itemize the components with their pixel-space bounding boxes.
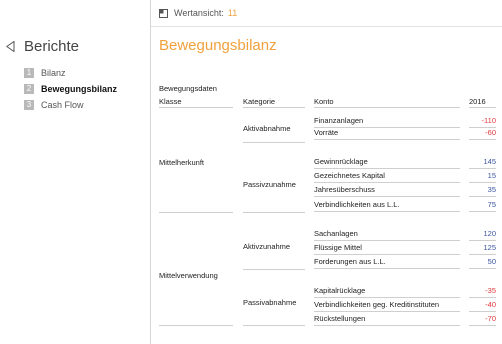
header-divider [243,107,305,108]
row-divider [469,168,496,169]
kategorie-aktivzunahme: Aktivzunahme [243,242,291,251]
row-divider [469,139,496,140]
value-view-label: Wertansicht: [174,8,224,18]
nav-title[interactable]: Berichte [24,38,79,55]
konto-value: 125 [483,243,496,252]
row-divider [469,240,496,241]
column-header-klasse: Klasse [159,97,182,106]
kategorie-divider [243,269,305,270]
konto-value: -40 [485,300,496,309]
konto-value: -110 [481,116,496,125]
toolbar: Wertansicht: 11 [151,0,502,27]
value-view-value[interactable]: 11 [228,8,237,18]
konto-label: Verbindlichkeiten aus L.L. [314,200,400,209]
konto-label: Rückstellungen [314,314,366,323]
header-divider [314,107,460,108]
page-title: Bewegungsbilanz [159,37,277,54]
klasse-mittelherkunft: Mittelherkunft [159,158,205,167]
konto-label: Gezeichnetes Kapital [314,171,385,180]
konto-value: -35 [485,286,496,295]
row-divider [314,240,460,241]
nav-item-number: 3 [24,100,34,110]
row-divider [469,182,496,183]
row-divider [314,211,460,212]
view-mode-icon[interactable] [159,8,168,18]
konto-value: -70 [485,314,496,323]
nav-item-number: 1 [24,68,34,78]
konto-value: 120 [483,229,496,238]
konto-value: -60 [485,128,496,137]
nav-item-bewegungsbilanz[interactable]: 2 Bewegungsbilanz [24,83,117,95]
row-divider [469,196,496,197]
konto-label: Vorräte [314,128,339,137]
kategorie-passivabnahme: Passivabnahme [243,298,297,307]
nav-item-bilanz[interactable]: 1 Bilanz [24,67,117,79]
row-divider [469,268,496,269]
header-divider [159,107,233,108]
klasse-divider [159,325,233,326]
row-divider [314,139,460,140]
row-divider [314,254,460,255]
kategorie-divider [243,212,305,213]
nav-item-label[interactable]: Cash Flow [41,100,84,110]
konto-value: 145 [483,157,496,166]
row-divider [314,325,460,326]
row-divider [314,297,460,298]
konto-value: 75 [487,200,496,209]
konto-label: Forderungen aus L.L. [314,257,386,266]
report-navigation: Berichte 1 Bilanz 2 Bewegungsbilanz 3 Ca… [0,0,150,344]
kategorie-passivzunahme: Passivzunahme [243,180,296,189]
row-divider [469,297,496,298]
row-divider [469,311,496,312]
row-divider [314,168,460,169]
kategorie-aktivabnahme: Aktivabnahme [243,124,291,133]
klasse-divider [159,212,233,213]
konto-label: Verbindlichkeiten geg. Kreditinstituten [314,300,440,309]
table-caption: Bewegungsdaten [159,84,217,93]
klasse-mittelverwendung: Mittelverwendung [159,271,218,280]
konto-value: 15 [487,171,496,180]
row-divider [469,211,496,212]
konto-label: Sachanlagen [314,229,358,238]
row-divider [314,182,460,183]
row-divider [314,268,460,269]
nav-item-label[interactable]: Bewegungsbilanz [41,84,117,94]
column-header-kategorie: Kategorie [243,97,276,106]
konto-label: Gewinnrücklage [314,157,368,166]
konto-label: Kapitalrücklage [314,286,366,295]
report-list: 1 Bilanz 2 Bewegungsbilanz 3 Cash Flow [24,67,117,115]
column-header-konto: Konto [314,97,334,106]
nav-item-number: 2 [24,84,34,94]
row-divider [469,325,496,326]
back-arrow-icon[interactable] [6,41,15,52]
column-header-year: 2016 [469,97,486,106]
konto-label: Flüssige Mittel [314,243,362,252]
konto-label: Jahresüberschuss [314,185,375,194]
report-panel: Wertansicht: 11 Bewegungsbilanz Bewegung… [150,0,502,344]
kategorie-divider [243,325,305,326]
row-divider [469,254,496,255]
nav-item-cash-flow[interactable]: 3 Cash Flow [24,99,117,111]
header-divider [469,107,496,108]
back-to-reports[interactable]: Berichte [6,38,79,55]
konto-label: Finanzanlagen [314,116,364,125]
konto-value: 35 [487,185,496,194]
nav-item-label[interactable]: Bilanz [41,68,66,78]
row-divider [314,196,460,197]
konto-value: 50 [487,257,496,266]
row-divider [314,311,460,312]
kategorie-divider [243,142,305,143]
